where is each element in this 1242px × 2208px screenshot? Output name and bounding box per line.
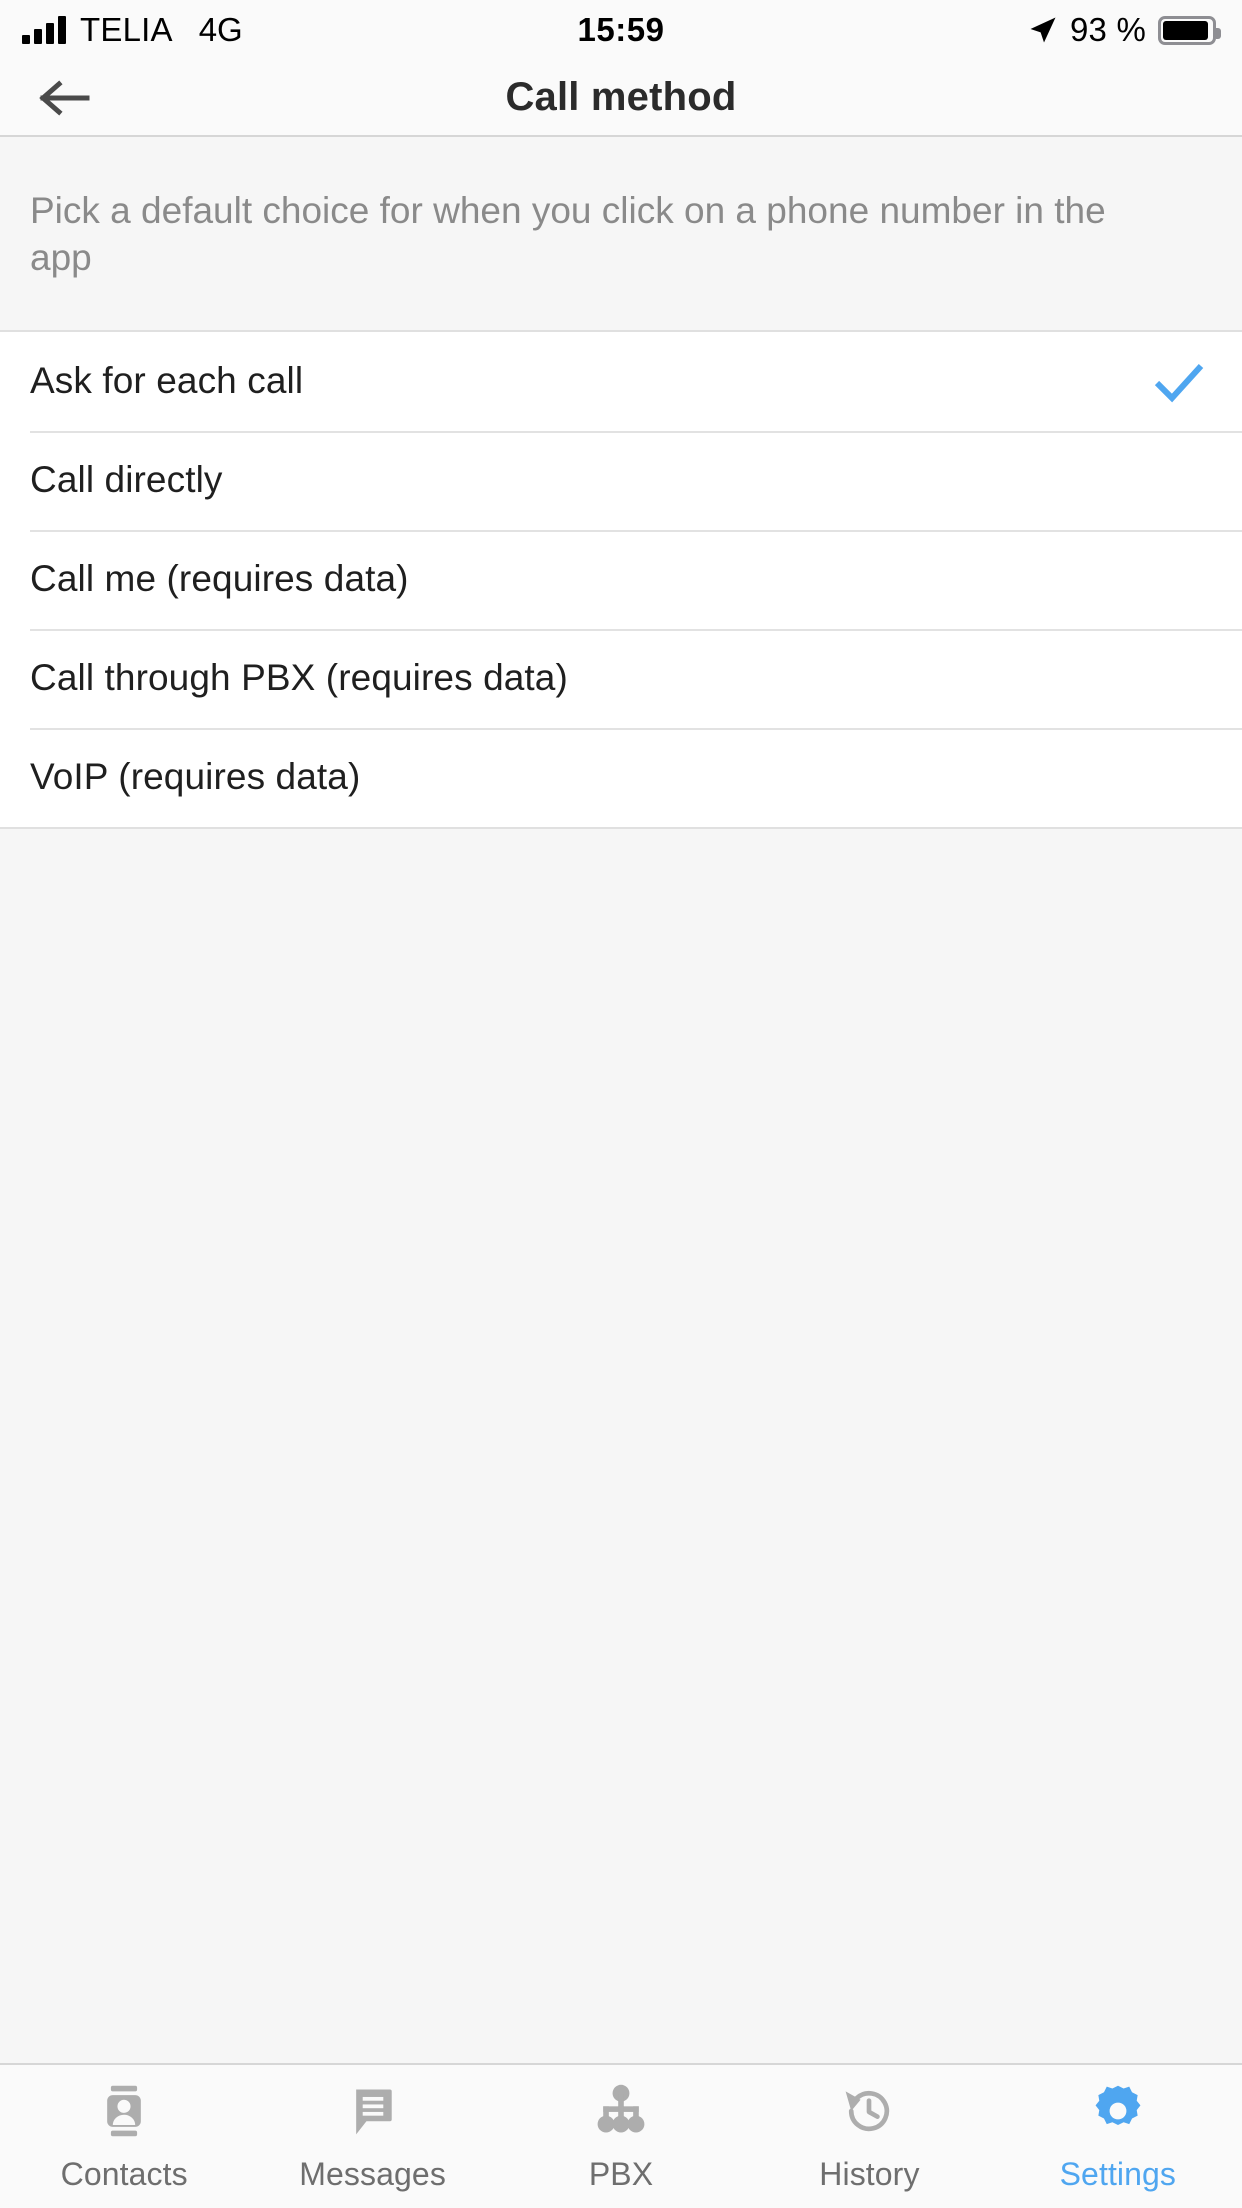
org-tree-icon [590,2080,652,2142]
app-screen: TELIA 4G 15:59 93 % Call method Pick a d… [0,0,1242,2208]
location-arrow-icon [1028,15,1058,45]
battery-icon [1158,15,1221,45]
tab-pbx[interactable]: PBX [497,2065,745,2208]
speech-bubble-icon [342,2080,404,2142]
option-label: VoIP (requires data) [30,756,361,798]
status-bar-left: TELIA 4G [22,11,243,49]
tab-label: PBX [588,2156,654,2192]
call-method-option-list: Ask for each call Call directly Call me … [0,331,1242,827]
tab-label: Messages [299,2156,446,2192]
checkmark-icon [1146,348,1212,414]
option-row-voip[interactable]: VoIP (requires data) [0,727,1242,827]
status-bar: TELIA 4G 15:59 93 % [0,0,1242,60]
tab-history[interactable]: History [745,2065,993,2208]
tab-label: History [819,2156,920,2192]
network-type: 4G [198,11,243,48]
signal-bars-icon [22,16,66,44]
clock-text: 15:59 [577,11,665,48]
gear-icon [1087,2080,1149,2142]
tab-label: Settings [1059,2156,1177,2192]
tab-label: Contacts [60,2156,188,2192]
clock-history-icon [838,2080,900,2142]
option-row-call-me[interactable]: Call me (requires data) [0,529,1242,629]
option-row-ask-for-each-call[interactable]: Ask for each call [0,331,1242,431]
content-empty-area [0,826,1242,2063]
back-arrow-icon [37,76,93,120]
option-label: Call me (requires data) [30,558,409,600]
battery-percent: 93 % [1069,11,1146,48]
navigation-bar: Call method [0,60,1242,137]
description-text: Pick a default choice for when you click… [30,190,1106,279]
status-bar-right: 93 % [1028,11,1221,49]
description-section: Pick a default choice for when you click… [0,137,1242,332]
tab-messages[interactable]: Messages [248,2065,496,2208]
bottom-tab-bar: Contacts Messages PBX History Settings [0,2063,1242,2208]
contact-card-icon [93,2080,155,2142]
option-row-call-through-pbx[interactable]: Call through PBX (requires data) [0,628,1242,728]
option-label: Call through PBX (requires data) [30,657,568,699]
tab-contacts[interactable]: Contacts [0,2065,248,2208]
option-row-call-directly[interactable]: Call directly [0,430,1242,530]
option-label: Ask for each call [30,360,304,402]
carrier-name: TELIA [80,11,173,48]
tab-settings[interactable]: Settings [994,2065,1242,2208]
back-button[interactable] [0,59,130,136]
option-label: Call directly [30,459,223,501]
page-title: Call method [505,75,737,119]
